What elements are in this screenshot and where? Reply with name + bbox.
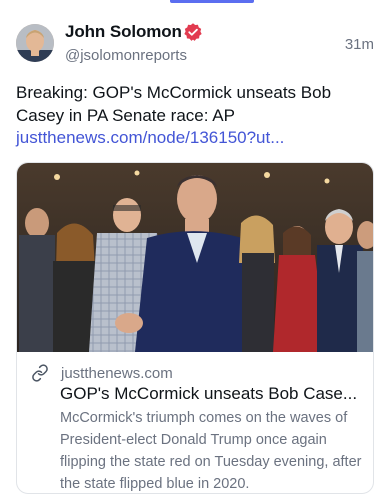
card-domain: justthenews.com — [61, 364, 173, 382]
avatar[interactable] — [16, 24, 54, 62]
author-name[interactable]: John Solomon — [65, 22, 182, 42]
post-text: Breaking: GOP's McCormick unseats Bob Ca… — [16, 83, 332, 125]
author-handle[interactable]: @jsolomonreports — [65, 47, 187, 64]
card-domain-row: justthenews.com — [31, 363, 173, 383]
card-description: McCormick's triumph comes on the waves o… — [60, 410, 362, 492]
link-preview-image[interactable] — [17, 163, 373, 352]
verified-badge-icon — [184, 23, 202, 41]
post-timestamp: 31m — [344, 36, 374, 53]
post[interactable]: John Solomon @jsolomonreports 31m Breaki… — [0, 0, 390, 500]
card-title[interactable]: GOP's McCormick unseats Bob Case... — [60, 382, 360, 405]
link-preview-card[interactable]: justthenews.com GOP's McCormick unseats … — [16, 162, 374, 494]
link-icon — [32, 364, 48, 382]
post-link[interactable]: justthenews.com/node/136150?ut... — [16, 126, 284, 149]
